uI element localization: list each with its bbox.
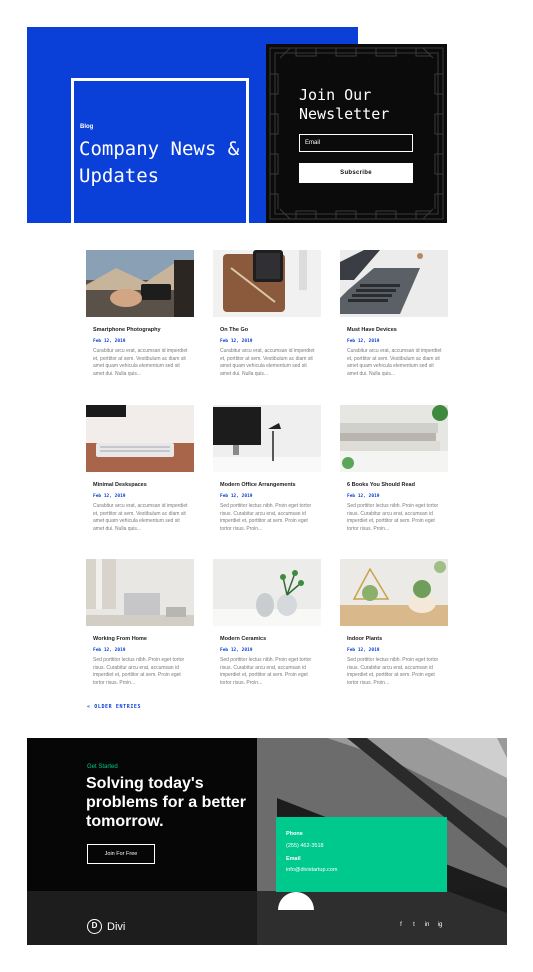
post-date: Feb 12, 2019 xyxy=(347,648,380,653)
phone-camera-photo[interactable] xyxy=(86,250,194,317)
books-stack-photo[interactable] xyxy=(340,405,448,472)
post-date: Feb 12, 2019 xyxy=(220,339,253,344)
email-input[interactable]: Email xyxy=(299,134,413,152)
contact-box: Phone (255) 462-3518 Email info@divistar… xyxy=(276,817,447,892)
post-date: Feb 12, 2019 xyxy=(347,339,380,344)
post-excerpt: Sed porttitor lectus nibh. Proin eget to… xyxy=(347,657,439,686)
post-excerpt: Curabitur arcu erat, accumsan id imperdi… xyxy=(93,503,188,532)
phone-label: Phone xyxy=(286,831,303,837)
cta-eyebrow: Get Started xyxy=(87,764,118,770)
post-title[interactable]: Indoor Plants xyxy=(347,636,382,642)
older-entries-link[interactable]: « OLDER ENTRIES xyxy=(87,704,141,710)
post-title[interactable]: Modern Office Arrangements xyxy=(220,482,296,488)
post-date: Feb 12, 2019 xyxy=(93,494,126,499)
post-excerpt: Sed porttitor lectus nibh. Proin eget to… xyxy=(220,503,312,532)
cta-section: Get Started Solving today's problems for… xyxy=(27,738,507,945)
instagram-icon[interactable]: ig xyxy=(436,921,444,929)
post-date: Feb 12, 2019 xyxy=(347,494,380,499)
terrarium-plants-photo[interactable] xyxy=(340,559,448,626)
post-title[interactable]: Working From Home xyxy=(93,636,147,642)
post-title[interactable]: On The Go xyxy=(220,327,248,333)
join-button[interactable]: Join For Free xyxy=(87,844,155,864)
keyboard-desk-photo[interactable] xyxy=(86,405,194,472)
post-title[interactable]: Minimal Deskspaces xyxy=(93,482,147,488)
email-value[interactable]: info@divistartup.com xyxy=(286,867,337,873)
email-label: Email xyxy=(286,856,301,862)
newsletter-title: Join Our Newsletter xyxy=(299,86,390,123)
phone-value[interactable]: (255) 462-3518 xyxy=(286,843,324,849)
post-title[interactable]: Smartphone Photography xyxy=(93,327,161,333)
subscribe-button[interactable]: Subscribe xyxy=(299,163,413,183)
post-excerpt: Sed porttitor lectus nibh. Proin eget to… xyxy=(93,657,185,686)
monitor-lamp-photo[interactable] xyxy=(213,405,321,472)
cta-title: Solving today's problems for a better to… xyxy=(86,775,247,830)
page-title: Company News & Updates xyxy=(79,138,240,187)
home-office-photo[interactable] xyxy=(86,559,194,626)
post-excerpt: Sed porttitor lectus nibh. Proin eget to… xyxy=(220,657,312,686)
twitter-icon[interactable]: t xyxy=(410,921,418,929)
post-excerpt: Curabitur arcu erat, accumsan id imperdi… xyxy=(220,348,315,377)
post-excerpt: Curabitur arcu erat, accumsan id imperdi… xyxy=(347,348,442,377)
post-title[interactable]: 6 Books You Should Read xyxy=(347,482,415,488)
post-date: Feb 12, 2019 xyxy=(220,494,253,499)
hero-eyebrow: Blog xyxy=(80,124,94,130)
post-excerpt: Curabitur arcu erat, accumsan id imperdi… xyxy=(93,348,188,377)
facebook-icon[interactable]: f xyxy=(397,921,405,929)
newsletter-box: Join Our Newsletter Email Subscribe xyxy=(266,44,447,223)
post-title[interactable]: Must Have Devices xyxy=(347,327,397,333)
post-date: Feb 12, 2019 xyxy=(93,339,126,344)
laptop-keyboard-photo[interactable] xyxy=(340,250,448,317)
divi-logo-icon[interactable]: D xyxy=(87,919,102,934)
post-excerpt: Sed porttitor lectus nibh. Proin eget to… xyxy=(347,503,439,532)
post-date: Feb 12, 2019 xyxy=(220,648,253,653)
linkedin-icon[interactable]: in xyxy=(423,921,431,929)
post-date: Feb 12, 2019 xyxy=(93,648,126,653)
phone-leather-case-photo[interactable] xyxy=(213,250,321,317)
ceramic-vases-photo[interactable] xyxy=(213,559,321,626)
logo-text[interactable]: Divi xyxy=(107,921,125,933)
post-title[interactable]: Modern Ceramics xyxy=(220,636,266,642)
